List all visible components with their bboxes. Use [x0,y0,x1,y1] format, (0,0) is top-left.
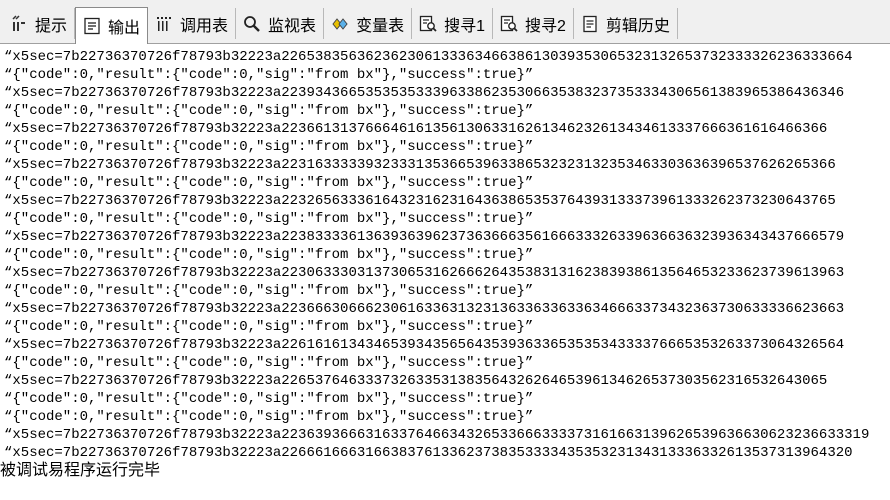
tab-label: 搜寻1 [444,17,485,35]
magnifier-icon [242,14,262,34]
output-line: “{"code":0,"result":{"code":0,"sig":"fro… [4,139,534,155]
output-line: “x5sec=7b22736370726f78793b32223a2236613… [4,121,828,137]
tip-icon [9,14,29,34]
status-message: 被调试易程序运行完毕 [0,462,161,479]
tab-label: 调用表 [180,17,229,35]
output-line: “x5sec=7b22736370726f78793b32223a2236393… [4,427,870,443]
tab-label: 提示 [35,17,68,35]
tab-2[interactable]: 输出 [75,7,149,44]
output-line: “x5sec=7b22736370726f78793b32223a2230633… [4,265,845,281]
output-line: “{"code":0,"result":{"code":0,"sig":"fro… [4,247,534,263]
tab-8[interactable]: 剪辑历史 [574,8,678,39]
output-line: “x5sec=7b22736370726f78793b32223a2265383… [4,49,853,65]
output-line: “x5sec=7b22736370726f78793b32223a2261616… [4,337,845,353]
output-line: “{"code":0,"result":{"code":0,"sig":"fro… [4,391,534,407]
tab-label: 输出 [108,20,141,37]
output-line: “x5sec=7b22736370726f78793b32223a2239343… [4,85,845,101]
output-line: “x5sec=7b22736370726f78793b32223a2231633… [4,157,836,173]
output-panel[interactable]: 被调试易程序运行完毕 “x5sec=7b22736370726f78793b32… [0,46,890,500]
search-list-icon [418,14,438,34]
tab-3[interactable]: 调用表 [148,8,237,39]
clipboard-history-icon [580,14,600,34]
output-line: “{"code":0,"result":{"code":0,"sig":"fro… [4,319,534,335]
output-line: “{"code":0,"result":{"code":0,"sig":"fro… [4,409,534,425]
output-line: “{"code":0,"result":{"code":0,"sig":"fro… [4,283,534,299]
tab-4[interactable]: 监视表 [236,8,325,39]
variable-icon [330,14,350,34]
output-line: “x5sec=7b22736370726f78793b32223a2238333… [4,229,845,245]
tab-label: 变量表 [356,17,405,35]
output-line: “x5sec=7b22736370726f78793b32223a2266616… [4,445,853,461]
output-line: “{"code":0,"result":{"code":0,"sig":"fro… [4,175,534,191]
output-line: “{"code":0,"result":{"code":0,"sig":"fro… [4,103,534,119]
search-list-icon [499,14,519,34]
output-line: “{"code":0,"result":{"code":0,"sig":"fro… [4,211,534,227]
tab-label: 剪辑历史 [605,17,670,35]
output-line: “{"code":0,"result":{"code":0,"sig":"fro… [4,67,534,83]
output-line: “{"code":0,"result":{"code":0,"sig":"fro… [4,355,534,371]
output-icon [82,16,102,36]
tab-5[interactable]: 变量表 [324,8,413,39]
tab-label: 监视表 [268,17,317,35]
tab-label: 搜寻2 [524,17,566,35]
call-table-icon [154,14,174,34]
output-line: “x5sec=7b22736370726f78793b32223a2232656… [4,193,836,209]
output-line: “x5sec=7b22736370726f78793b32223a2236663… [4,301,845,317]
output-line: “x5sec=7b22736370726f78793b32223a2265376… [4,373,828,389]
tab-7[interactable]: 搜寻2 [493,8,574,39]
tab-bar: 提示 输出 调用表 监视表 变量表 搜寻1 搜寻2 剪辑历史 [0,0,890,44]
tab-1[interactable]: 提示 [3,8,76,39]
tab-6[interactable]: 搜寻1 [412,8,493,39]
